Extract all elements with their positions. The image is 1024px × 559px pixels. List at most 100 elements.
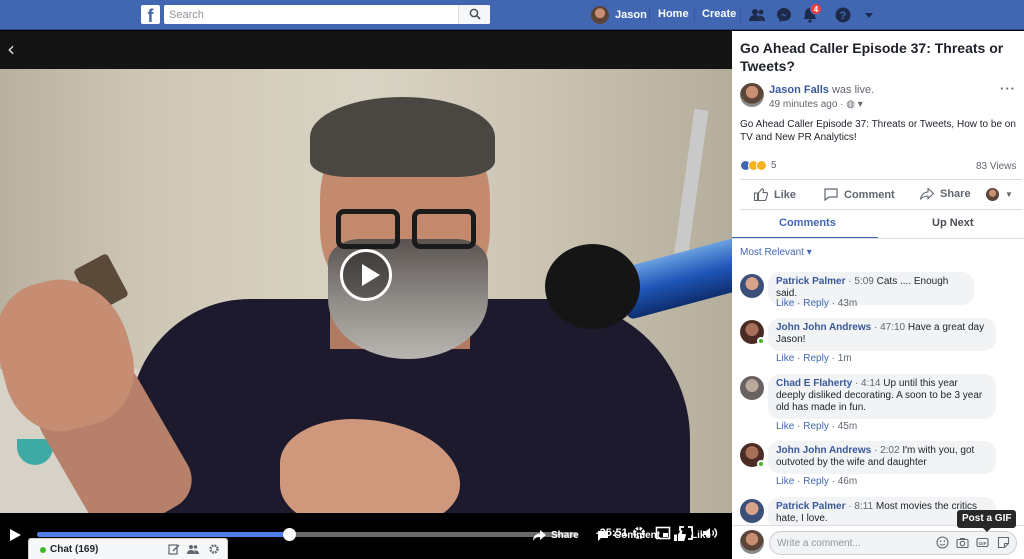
commenter-name[interactable]: John John Andrews xyxy=(776,322,871,333)
comment-bubble: Chad E Flaherty · 4:14 Up until this yea… xyxy=(768,374,996,419)
video-comment-button[interactable]: Comment xyxy=(597,530,660,541)
avatar xyxy=(740,530,764,554)
comment-label: Comment xyxy=(844,188,895,201)
more-options-icon[interactable]: ··· xyxy=(1000,81,1016,96)
comment-timestamp[interactable]: · 8:11 xyxy=(848,501,873,512)
share-icon xyxy=(920,188,934,200)
author-name[interactable]: Jason Falls xyxy=(769,84,829,96)
post-like-button[interactable]: Like xyxy=(754,188,796,201)
profile-link[interactable]: Jason xyxy=(591,5,647,25)
chevron-down-icon: ▼ xyxy=(1005,190,1013,199)
comment-actions: Like · Reply · 1m xyxy=(776,353,852,364)
create-group-icon[interactable] xyxy=(187,543,199,555)
comment-age: 43m xyxy=(837,298,858,309)
tab-up-next[interactable]: Up Next xyxy=(932,217,974,229)
tab-comments[interactable]: Comments xyxy=(779,217,836,229)
divider xyxy=(740,209,1022,210)
chat-settings-gear-icon[interactable] xyxy=(208,543,220,555)
author-line: Jason Falls was live. xyxy=(769,84,874,96)
microphone xyxy=(545,234,732,329)
avatar[interactable] xyxy=(740,274,764,298)
gif-tooltip: Post a GIF xyxy=(957,510,1017,532)
comment-age: 46m xyxy=(837,476,858,487)
svg-text:?: ? xyxy=(840,10,847,22)
play-icon[interactable] xyxy=(10,529,21,541)
author-avatar[interactable] xyxy=(740,83,764,107)
react-as-selector[interactable]: ▼ xyxy=(986,188,1013,201)
friend-requests-icon[interactable] xyxy=(748,6,766,24)
like-label: Like xyxy=(691,530,712,541)
comment-reply-link[interactable]: Reply xyxy=(803,476,829,487)
comment-bubble: John John Andrews · 47:10 Have a great d… xyxy=(768,318,996,351)
share-label: Share xyxy=(940,188,971,200)
comment-timestamp[interactable]: · 4:14 xyxy=(855,378,881,389)
reaction-count: 5 xyxy=(771,160,777,171)
author-status: was live. xyxy=(828,84,875,96)
new-message-icon[interactable] xyxy=(168,543,180,555)
back-chevron-icon[interactable]: ‹ xyxy=(7,37,15,61)
comment-like-link[interactable]: Like xyxy=(776,476,794,487)
play-button-large[interactable] xyxy=(340,249,392,301)
video-share-button[interactable]: Share xyxy=(533,530,579,541)
progress-handle[interactable] xyxy=(282,528,296,541)
sticker-icon[interactable] xyxy=(997,536,1010,549)
search-input[interactable] xyxy=(164,5,490,24)
comment-age: 45m xyxy=(837,421,858,432)
comment-actions: Like · Reply · 45m xyxy=(776,421,858,432)
search-button[interactable] xyxy=(458,5,490,24)
comment-timestamp[interactable]: · 47:10 xyxy=(874,322,905,333)
globe-icon: · ◍ ▾ xyxy=(840,99,863,110)
comment-actions: Like · Reply · 43m xyxy=(776,298,858,309)
messenger-icon[interactable] xyxy=(775,6,793,24)
progress-bar[interactable] xyxy=(37,528,578,541)
chat-label: Chat (169) xyxy=(50,544,99,555)
account-menu-chevron-icon[interactable] xyxy=(860,6,878,24)
chat-sidebar-bar[interactable]: Chat (169) xyxy=(28,538,228,559)
avatar[interactable] xyxy=(740,499,764,523)
comment-label: Comment xyxy=(614,530,661,541)
create-link[interactable]: Create xyxy=(702,8,736,20)
commenter-name[interactable]: Patrick Palmer xyxy=(776,276,846,287)
progress-fill xyxy=(37,532,289,537)
person-hair xyxy=(310,97,495,177)
comment-reply-link[interactable]: Reply xyxy=(803,421,829,432)
divider xyxy=(649,8,650,22)
comment-like-link[interactable]: Like xyxy=(776,298,794,309)
post-panel: Go Ahead Caller Episode 37: Threats or T… xyxy=(732,31,1024,559)
divider xyxy=(694,8,695,22)
divider xyxy=(732,238,1024,239)
post-share-button[interactable]: Share xyxy=(920,188,971,200)
video-like-button[interactable]: Like xyxy=(674,530,711,541)
home-link[interactable]: Home xyxy=(658,8,689,20)
share-label: Share xyxy=(551,530,579,541)
comment-bubble: John John Andrews · 2:02 I'm with you, g… xyxy=(768,441,996,474)
commenter-name[interactable]: Chad E Flaherty xyxy=(776,378,852,389)
comment-icon xyxy=(824,188,838,201)
avatar xyxy=(591,6,609,24)
comment-timestamp[interactable]: · 2:02 xyxy=(874,445,900,456)
comment-timestamp[interactable]: · 5:09 xyxy=(848,276,874,287)
post-comment-button[interactable]: Comment xyxy=(824,188,895,201)
post-time[interactable]: 49 minutes ago xyxy=(769,99,837,110)
comment-like-link[interactable]: Like xyxy=(776,353,794,364)
comment-reply-link[interactable]: Reply xyxy=(803,353,829,364)
gif-icon[interactable]: GIF xyxy=(976,536,989,549)
online-status-dot xyxy=(757,337,765,345)
facebook-logo-icon[interactable]: f xyxy=(141,5,160,24)
emoji-icon[interactable] xyxy=(936,536,949,549)
post-meta: 49 minutes ago · ◍ ▾ xyxy=(769,99,863,110)
sort-label: Most Relevant xyxy=(740,247,804,258)
comment-like-link[interactable]: Like xyxy=(776,421,794,432)
camera-icon[interactable] xyxy=(956,536,969,549)
avatar[interactable] xyxy=(740,376,764,400)
view-count: 83 Views xyxy=(976,161,1017,172)
search-icon xyxy=(469,8,481,20)
help-icon[interactable]: ? xyxy=(834,6,852,24)
comment-reply-link[interactable]: Reply xyxy=(803,298,829,309)
comment-sort-dropdown[interactable]: Most Relevant ▾ xyxy=(740,247,812,258)
reactions-summary[interactable]: 5 xyxy=(740,160,777,171)
thumbs-up-icon xyxy=(674,530,686,541)
video-player[interactable]: ‹ -25:51 xyxy=(0,31,732,559)
commenter-name[interactable]: Patrick Palmer xyxy=(776,501,846,512)
commenter-name[interactable]: John John Andrews xyxy=(776,445,871,456)
